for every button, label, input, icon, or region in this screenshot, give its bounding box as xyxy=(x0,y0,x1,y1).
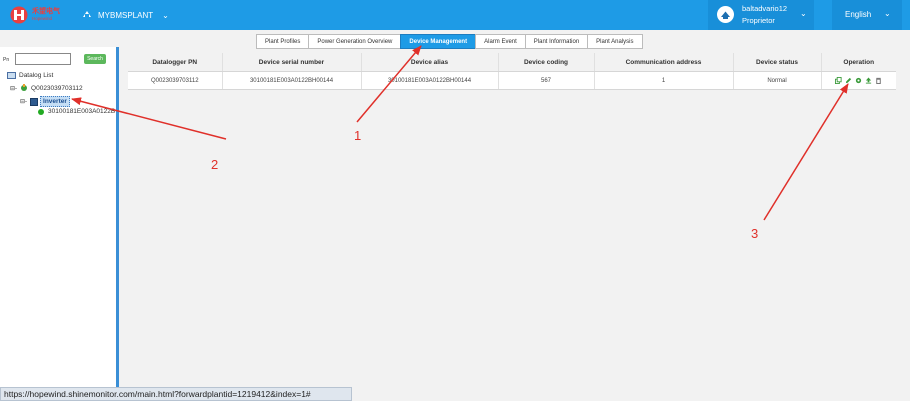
brand-name-cn: 禾望电气 xyxy=(32,8,60,15)
brand-name: 禾望电气 Hopewind xyxy=(32,6,68,24)
cell-communication-address: 1 xyxy=(594,71,734,90)
user-name: baltadvario12 xyxy=(742,4,788,13)
upload-icon[interactable] xyxy=(865,77,872,84)
column-header: Device coding xyxy=(498,53,595,72)
cell-device-coding: 567 xyxy=(498,71,595,90)
cell-datalogger-pn: Q0023039703112 xyxy=(128,71,223,90)
settings-icon[interactable] xyxy=(855,77,862,84)
chevron-down-icon: ⌄ xyxy=(884,9,891,18)
sn-search-input[interactable] xyxy=(15,53,71,65)
datalog-list-icon xyxy=(7,72,16,79)
plant-name: MYBMSPLANT xyxy=(98,10,154,20)
inverter-label: Inverter xyxy=(40,96,70,107)
plant-selector[interactable]: MYBMSPLANT ⌄ xyxy=(82,0,169,30)
edit-icon[interactable] xyxy=(845,77,852,84)
tab-device-management[interactable]: Device Management xyxy=(400,34,477,49)
language-selector[interactable]: English ⌄ xyxy=(832,0,902,30)
inverter-icon xyxy=(30,97,39,106)
tree-root-label: Datalog List xyxy=(19,72,54,79)
sn-label: Pn xyxy=(3,57,10,63)
tree-item-datalogger[interactable]: ⊟- Q0023039703112 xyxy=(10,84,83,92)
table-header-row: Datalogger PN Device serial number Devic… xyxy=(128,53,896,72)
device-label: 30100181E003A0122B xyxy=(48,108,116,115)
annotation-label-1: 1 xyxy=(354,128,362,143)
top-bar: 禾望电气 Hopewind MYBMSPLANT ⌄ baltadvario12… xyxy=(0,0,910,30)
tab-bar: Plant Profiles Power Generation Overview… xyxy=(256,34,643,49)
annotation-label-2: 2 xyxy=(211,157,219,172)
cell-serial-number: 30100181E003A0122BH00144 xyxy=(222,71,362,90)
brand-logo-icon[interactable] xyxy=(8,6,30,24)
status-bar-url: https://hopewind.shinemonitor.com/main.h… xyxy=(0,387,352,401)
tree-item-inverter[interactable]: ⊟- Inverter xyxy=(20,96,70,107)
cell-device-status: Normal xyxy=(733,71,822,90)
device-tree-panel: Pn Search Datalog List ⊟- Q0023039703112… xyxy=(0,47,119,387)
cell-operations xyxy=(821,71,896,90)
chevron-down-icon: ⌄ xyxy=(162,10,169,20)
collapse-icon[interactable]: ⊟- xyxy=(10,85,17,92)
tab-plant-profiles[interactable]: Plant Profiles xyxy=(256,34,310,49)
column-header: Datalogger PN xyxy=(128,53,223,72)
online-status-icon xyxy=(38,108,44,115)
search-button[interactable]: Search xyxy=(84,54,106,64)
brand-name-en: Hopewind xyxy=(32,16,53,21)
tree-root[interactable]: Datalog List xyxy=(7,72,53,79)
column-header: Device serial number xyxy=(222,53,362,72)
tab-plant-information[interactable]: Plant Information xyxy=(524,34,589,49)
column-header: Device alias xyxy=(361,53,499,72)
column-header: Operation xyxy=(821,53,896,72)
tab-plant-analysis[interactable]: Plant Analysis xyxy=(587,34,643,49)
cell-device-alias: 30100181E003A0122BH00144 xyxy=(361,71,499,90)
datalogger-label: Q0023039703112 xyxy=(31,84,83,92)
device-table: Datalogger PN Device serial number Devic… xyxy=(128,53,896,90)
column-header: Communication address xyxy=(594,53,734,72)
annotation-label-3: 3 xyxy=(751,226,759,241)
datalogger-icon xyxy=(21,84,28,91)
annotation-arrow-3 xyxy=(763,83,849,221)
tree-item-device[interactable]: 30100181E003A0122B xyxy=(38,108,115,115)
plant-icon xyxy=(82,10,92,20)
avatar xyxy=(717,6,734,23)
user-role: Proprietor xyxy=(742,16,775,25)
table-row[interactable]: Q0023039703112 30100181E003A0122BH00144 … xyxy=(128,71,896,90)
collapse-icon[interactable]: ⊟- xyxy=(20,98,27,105)
copy-icon[interactable] xyxy=(835,77,842,84)
device-table-panel: Datalogger PN Device serial number Devic… xyxy=(128,53,896,90)
tab-power-generation-overview[interactable]: Power Generation Overview xyxy=(308,34,402,49)
user-menu[interactable]: baltadvario12 Proprietor ⌄ xyxy=(708,0,814,30)
tab-alarm-event[interactable]: Alarm Event xyxy=(475,34,526,49)
column-header: Device status xyxy=(733,53,822,72)
chevron-down-icon: ⌄ xyxy=(800,9,807,18)
delete-icon[interactable] xyxy=(875,77,882,84)
language-label: English xyxy=(845,10,872,19)
